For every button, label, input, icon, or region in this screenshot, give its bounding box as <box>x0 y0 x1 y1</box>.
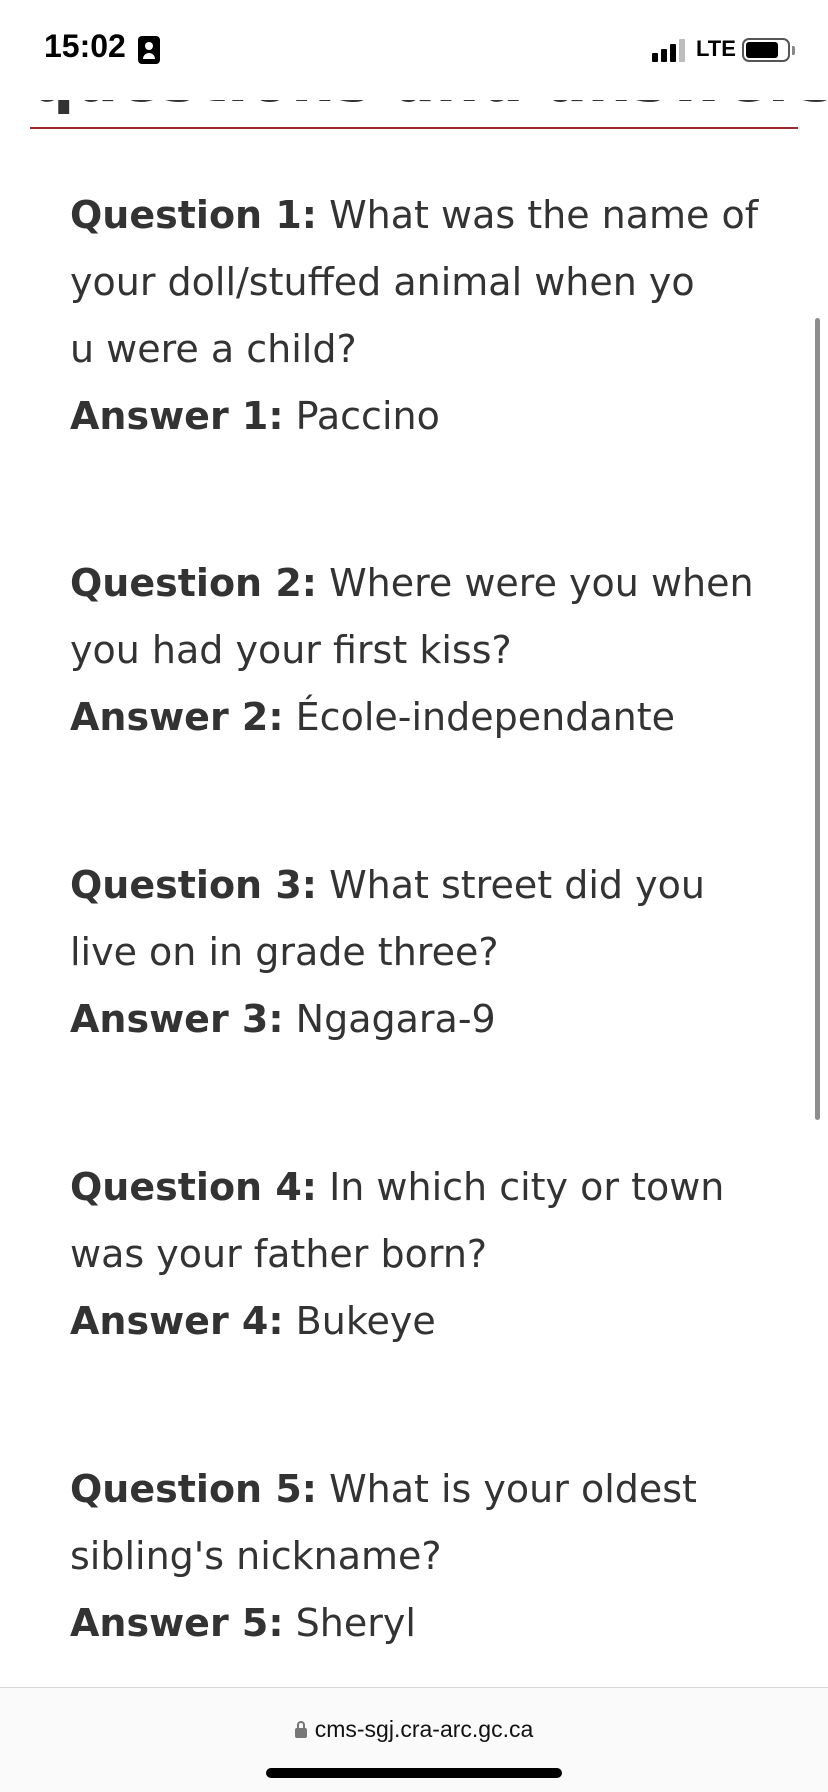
question-text-part: you had your first kiss? <box>70 628 512 672</box>
answer-text: Paccino <box>295 394 440 438</box>
lock-icon <box>294 1721 307 1738</box>
question-text-part: Where were you when <box>329 561 754 605</box>
page: questions and answers Question 1: What w… <box>0 0 828 1792</box>
answer-label: Answer 2: <box>70 695 284 739</box>
status-bar: 15:02 LTE <box>0 0 828 100</box>
question-text-part: live on in grade three? <box>70 930 499 974</box>
battery-icon <box>742 38 790 62</box>
heading-divider <box>30 127 798 129</box>
answer-text: Sheryl <box>295 1601 416 1645</box>
question-text-part: What street did you <box>329 863 705 907</box>
question-text-part: u were a child? <box>70 327 357 371</box>
question-label: Question 4: <box>70 1165 317 1209</box>
answer-text: Bukeye <box>295 1299 436 1343</box>
question-text-part: your doll/stuffed animal when yo <box>70 260 695 304</box>
answer-label: Answer 3: <box>70 997 284 1041</box>
question-label: Question 5: <box>70 1467 317 1511</box>
answer-text: Ngagara-9 <box>295 997 496 1041</box>
answer-label: Answer 1: <box>70 394 284 438</box>
question-text-part: In which city or town <box>329 1165 725 1209</box>
qa-item-1: Question 1: What was the name of your do… <box>70 182 760 450</box>
battery-tip <box>792 46 795 55</box>
contact-card-icon <box>138 36 160 64</box>
qa-item-2: Question 2: Where were you when you had … <box>70 550 760 751</box>
status-time: 15:02 <box>44 28 126 64</box>
url-text: cms-sgj.cra-arc.gc.ca <box>314 1716 534 1742</box>
question-text-part: was your father born? <box>70 1232 488 1276</box>
qa-item-5: Question 5: What is your oldest sibling'… <box>70 1456 760 1657</box>
qa-item-4: Question 4: In which city or town was yo… <box>70 1154 760 1355</box>
question-text-part: sibling's nickname? <box>70 1534 442 1578</box>
answer-label: Answer 4: <box>70 1299 284 1343</box>
home-indicator[interactable] <box>266 1768 562 1778</box>
url-display[interactable]: cms-sgj.cra-arc.gc.ca <box>0 1716 828 1743</box>
network-type: LTE <box>696 36 736 61</box>
qa-item-3: Question 3: What street did you live on … <box>70 852 760 1053</box>
question-text-part: What is your oldest <box>329 1467 697 1511</box>
vertical-scrollbar[interactable] <box>815 318 820 1120</box>
question-label: Question 1: <box>70 193 317 237</box>
answer-label: Answer 5: <box>70 1601 284 1645</box>
signal-icon <box>652 38 688 62</box>
question-label: Question 2: <box>70 561 317 605</box>
answer-text: École-independante <box>295 695 675 739</box>
browser-url-bar[interactable]: cms-sgj.cra-arc.gc.ca <box>0 1687 828 1792</box>
question-label: Question 3: <box>70 863 317 907</box>
question-text-part: What was the name of <box>329 193 759 237</box>
